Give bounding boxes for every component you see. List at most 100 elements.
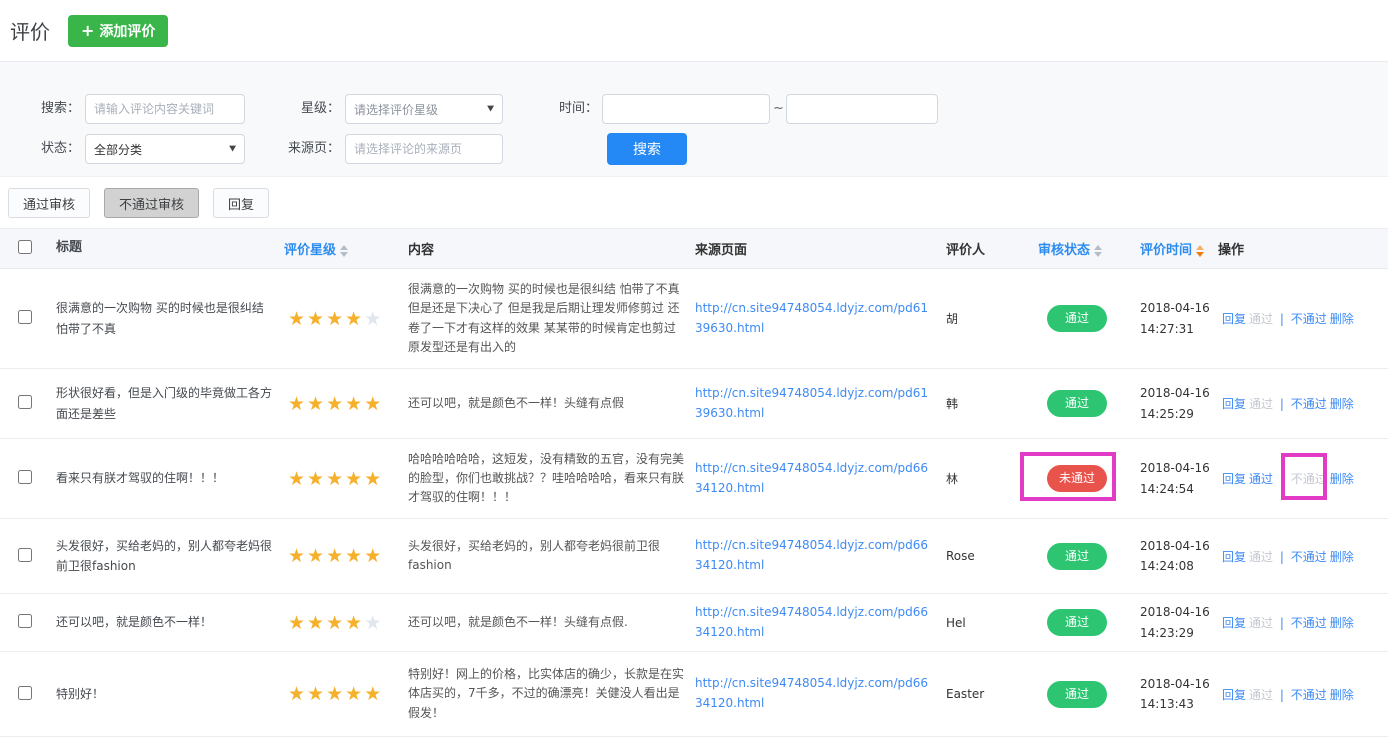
table-row: 头发很好，买给老妈的，别人都夸老妈很前卫很fashion ★★★★★ 头发很好，… — [0, 519, 1388, 594]
reject-link[interactable]: 不通过 — [1291, 312, 1327, 326]
review-content: 哈哈哈哈哈哈，这短发，没有精致的五官，没有完美的脸型，你们也敢挑战？？哇哈哈哈哈… — [408, 452, 684, 504]
review-date: 2018-04-16 — [1140, 536, 1212, 556]
header-star-rating[interactable]: 评价星级 — [284, 229, 408, 269]
page-title: 评价 — [10, 16, 50, 45]
source-link[interactable]: http://cn.site94748054.ldyjz.com/pd66341… — [695, 676, 928, 710]
status-badge: 未通过 — [1047, 465, 1107, 492]
delete-link[interactable]: 删除 — [1330, 550, 1354, 564]
reject-link[interactable]: 不通过 — [1291, 688, 1327, 702]
status-badge: 通过 — [1047, 681, 1107, 708]
sort-icons[interactable] — [1094, 245, 1102, 257]
table-row: 看来只有朕才驾驭的住啊！！！ ★★★★★ 哈哈哈哈哈哈，这短发，没有精致的五官，… — [0, 439, 1388, 519]
review-date: 2018-04-16 — [1140, 602, 1212, 622]
table-header-row: 标题 评价星级 内容 来源页面 评价人 审核状态 评价时间 — [0, 229, 1388, 269]
approve-link[interactable]: 通过 — [1249, 616, 1273, 630]
source-link[interactable]: http://cn.site94748054.ldyjz.com/pd66341… — [695, 605, 928, 639]
reply-link[interactable]: 回复 — [1222, 312, 1246, 326]
star-filter-value: 请选择评价星级 — [354, 101, 438, 118]
bulk-approve-button[interactable]: 通过审核 — [8, 188, 90, 218]
row-checkbox[interactable] — [18, 470, 32, 484]
header-review-time[interactable]: 评价时间 — [1128, 229, 1218, 269]
row-checkbox[interactable] — [18, 614, 32, 628]
sort-icons[interactable] — [1196, 245, 1204, 257]
table-row: 形状很好看，但是入门级的毕竟做工各方面还是差些 ★★★★★ 还可以吧，就是颜色不… — [0, 369, 1388, 439]
reject-link[interactable]: 不通过 — [1291, 472, 1327, 486]
approve-link[interactable]: 通过 — [1249, 550, 1273, 564]
star-rating: ★★★★★ — [288, 314, 383, 328]
plus-icon: + — [81, 23, 94, 39]
date-to-input[interactable] — [786, 94, 938, 124]
row-checkbox[interactable] — [18, 310, 32, 324]
review-title: 形状很好看，但是入门级的毕竟做工各方面还是差些 — [56, 386, 272, 420]
status-filter-select[interactable]: 全部分类 ▼ — [85, 134, 245, 164]
star-rating: ★★★★★ — [288, 618, 383, 632]
review-date: 2018-04-16 — [1140, 458, 1212, 478]
action-separator: | — [1276, 688, 1288, 702]
bulk-reply-button[interactable]: 回复 — [213, 188, 269, 218]
delete-link[interactable]: 删除 — [1330, 312, 1354, 326]
star-filter-select[interactable]: 请选择评价星级 ▼ — [345, 94, 503, 124]
search-input[interactable] — [85, 94, 245, 124]
row-actions: 回复通过 | 不通过删除 — [1218, 519, 1388, 594]
reject-link[interactable]: 不通过 — [1291, 616, 1327, 630]
review-time: 14:23:29 — [1140, 623, 1212, 643]
source-link[interactable]: http://cn.site94748054.ldyjz.com/pd66341… — [695, 461, 928, 495]
approve-link[interactable]: 通过 — [1249, 472, 1273, 486]
select-all-checkbox[interactable] — [18, 240, 32, 254]
time-filter-label: 时间： — [518, 94, 598, 124]
source-link[interactable]: http://cn.site94748054.ldyjz.com/pd66341… — [695, 538, 928, 572]
row-checkbox[interactable] — [18, 395, 32, 409]
source-page-input[interactable] — [345, 134, 503, 164]
approve-link[interactable]: 通过 — [1249, 312, 1273, 326]
row-actions: 回复通过 | 不通过删除 — [1218, 594, 1388, 652]
header-content: 内容 — [408, 229, 695, 269]
add-review-button[interactable]: + 添加评价 — [68, 15, 168, 47]
row-checkbox[interactable] — [18, 548, 32, 562]
approve-link[interactable]: 通过 — [1249, 397, 1273, 411]
bulk-action-bar: 通过审核 不通过审核 回复 — [8, 188, 269, 218]
date-from-input[interactable] — [602, 94, 770, 124]
reply-link[interactable]: 回复 — [1222, 616, 1246, 630]
header-actions: 操作 — [1218, 229, 1388, 269]
star-rating: ★★★★★ — [288, 474, 383, 488]
status-badge: 通过 — [1047, 390, 1107, 417]
star-filter-label: 星级： — [260, 94, 340, 124]
sort-asc-icon — [340, 245, 348, 250]
sort-icons[interactable] — [340, 245, 348, 257]
star-rating: ★★★★★ — [288, 551, 383, 565]
bulk-reject-button[interactable]: 不通过审核 — [104, 188, 199, 218]
search-button[interactable]: 搜索 — [607, 133, 687, 165]
table-row: 特别好！ ★★★★★ 特别好！网上的价格，比实体店的确少，长款是在实体店买的，7… — [0, 652, 1388, 737]
source-link[interactable]: http://cn.site94748054.ldyjz.com/pd61396… — [695, 301, 928, 335]
reject-link[interactable]: 不通过 — [1291, 397, 1327, 411]
approve-link[interactable]: 通过 — [1249, 688, 1273, 702]
delete-link[interactable]: 删除 — [1330, 616, 1354, 630]
reviewer-name: Hel — [946, 616, 966, 630]
header-review-status[interactable]: 审核状态 — [1032, 229, 1128, 269]
date-range-separator: ~ — [773, 94, 784, 124]
add-review-label: 添加评价 — [99, 21, 155, 41]
delete-link[interactable]: 删除 — [1330, 688, 1354, 702]
action-separator: | — [1276, 397, 1288, 411]
reject-link[interactable]: 不通过 — [1291, 550, 1327, 564]
reviewer-name: Easter — [946, 687, 984, 701]
reply-link[interactable]: 回复 — [1222, 397, 1246, 411]
sort-asc-icon — [1094, 245, 1102, 250]
review-title: 头发很好，买给老妈的，别人都夸老妈很前卫很fashion — [56, 539, 272, 573]
reply-link[interactable]: 回复 — [1222, 550, 1246, 564]
star-rating: ★★★★★ — [288, 689, 383, 703]
star-rating: ★★★★★ — [288, 399, 383, 413]
reply-link[interactable]: 回复 — [1222, 472, 1246, 486]
status-badge: 通过 — [1047, 543, 1107, 570]
source-link[interactable]: http://cn.site94748054.ldyjz.com/pd61396… — [695, 386, 928, 420]
review-title: 还可以吧，就是颜色不一样！ — [56, 615, 212, 629]
delete-link[interactable]: 删除 — [1330, 397, 1354, 411]
review-title: 看来只有朕才驾驭的住啊！！！ — [56, 471, 224, 485]
review-date: 2018-04-16 — [1140, 298, 1212, 318]
delete-link[interactable]: 删除 — [1330, 472, 1354, 486]
reviews-table: 标题 评价星级 内容 来源页面 评价人 审核状态 评价时间 — [0, 228, 1388, 737]
review-time: 14:27:31 — [1140, 319, 1212, 339]
row-checkbox[interactable] — [18, 686, 32, 700]
reviewer-name: Rose — [946, 549, 975, 563]
reply-link[interactable]: 回复 — [1222, 688, 1246, 702]
